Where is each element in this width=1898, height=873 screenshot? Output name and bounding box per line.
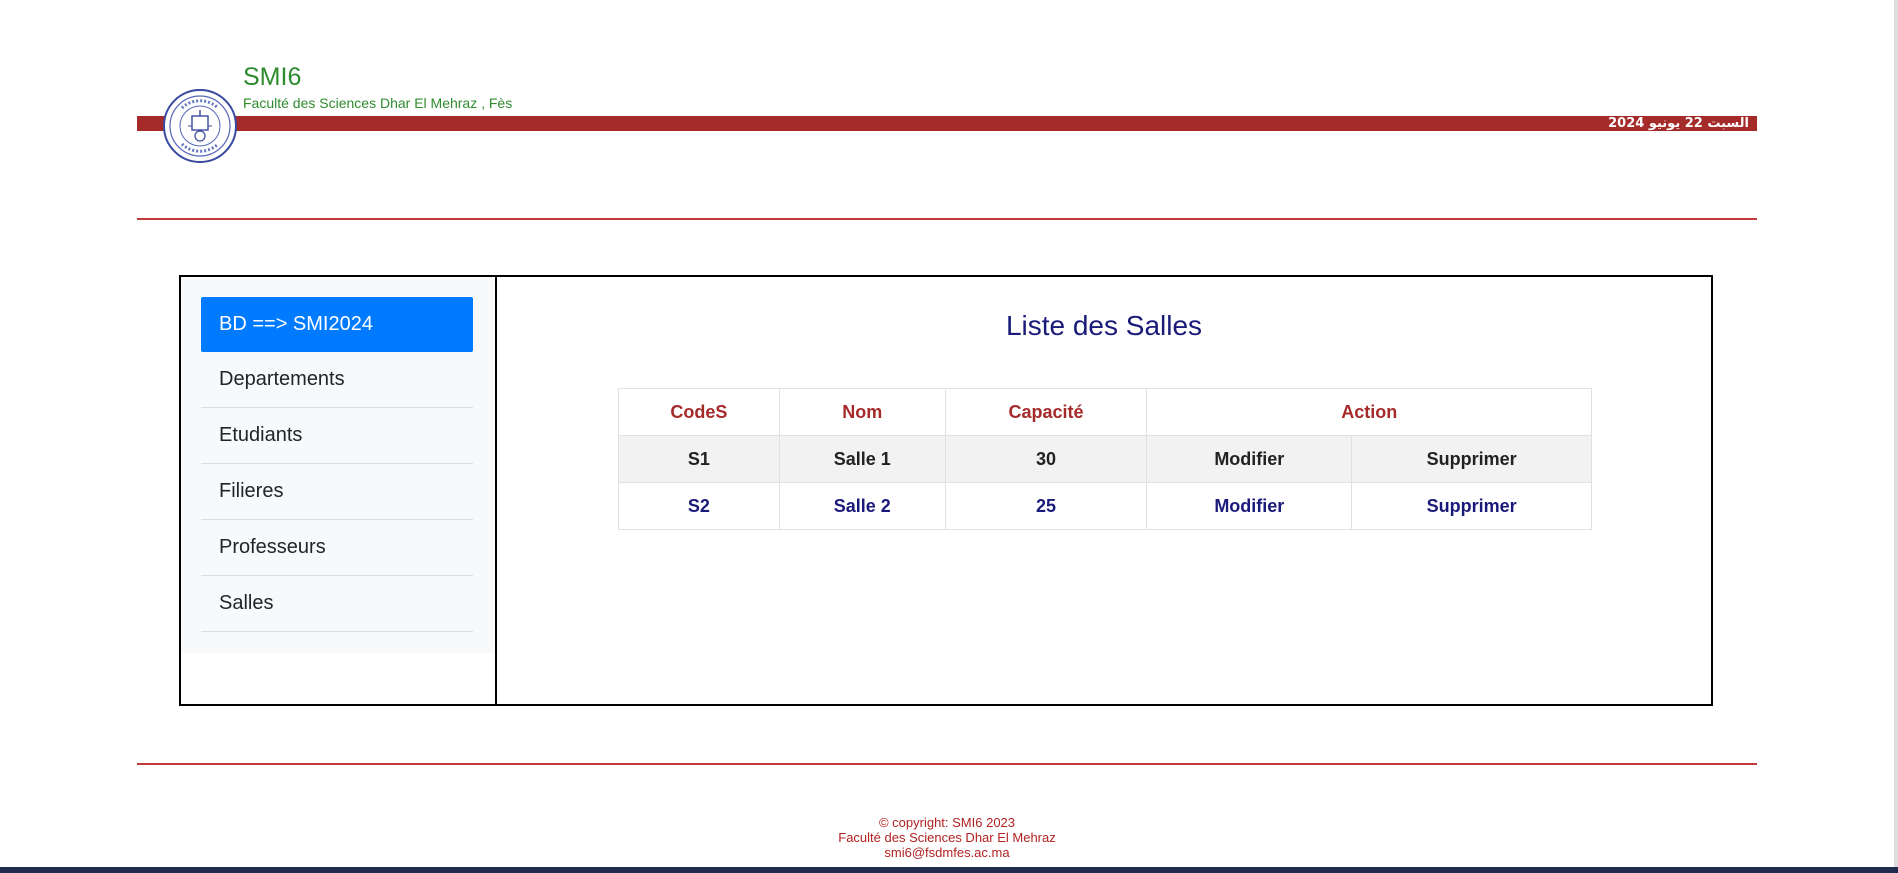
- bottom-strip: [0, 867, 1898, 873]
- bottom-divider: [137, 763, 1757, 765]
- column-header-codes: CodeS: [618, 388, 780, 436]
- sidebar-item-etudiants[interactable]: Etudiants: [201, 408, 473, 464]
- cell-code: S2: [618, 482, 780, 530]
- sidebar-item-salles[interactable]: Salles: [201, 576, 473, 632]
- footer-email[interactable]: smi6@fsdmfes.ac.ma: [0, 845, 1894, 860]
- cell-code: S1: [618, 435, 780, 483]
- header-bar: السبت 22 يونيو 2024: [137, 116, 1757, 131]
- header-date: السبت 22 يونيو 2024: [1608, 116, 1749, 131]
- column-header-action: Action: [1146, 388, 1592, 436]
- sidebar-item-filieres[interactable]: Filieres: [201, 464, 473, 520]
- sidebar-item-professeurs[interactable]: Professeurs: [201, 520, 473, 576]
- footer-copyright: © copyright: SMI6 2023: [878, 815, 1016, 830]
- sidebar-item-bd[interactable]: BD ==> SMI2024: [201, 297, 473, 352]
- modifier-link[interactable]: Modifier: [1146, 435, 1353, 483]
- column-header-capacite: Capacité: [944, 388, 1148, 436]
- main-frame: BD ==> SMI2024 Departements Etudiants Fi…: [179, 275, 1713, 706]
- table-row: S1 Salle 1 30 Modifier Supprimer: [618, 435, 1592, 483]
- app-subtitle: Faculté des Sciences Dhar El Mehraz , Fè…: [243, 95, 513, 111]
- salles-table: CodeS Nom Capacité Action S1 Salle 1 30 …: [618, 388, 1592, 530]
- page-title: Liste des Salles: [1005, 310, 1203, 341]
- cell-nom: Salle 2: [778, 482, 946, 530]
- top-divider: [137, 218, 1757, 220]
- page-scrollbar[interactable]: [1894, 0, 1898, 867]
- sidebar-cell: BD ==> SMI2024 Departements Etudiants Fi…: [181, 277, 497, 704]
- footer: © copyright: SMI6 2023 Faculté des Scien…: [0, 815, 1894, 860]
- sidebar: BD ==> SMI2024 Departements Etudiants Fi…: [181, 277, 494, 653]
- sidebar-item-departements[interactable]: Departements: [201, 352, 473, 408]
- cell-capacite: 30: [944, 435, 1148, 483]
- supprimer-link[interactable]: Supprimer: [1351, 435, 1592, 483]
- supprimer-link[interactable]: Supprimer: [1351, 482, 1592, 530]
- app-title: SMI6: [243, 63, 302, 91]
- table-header-row: CodeS Nom Capacité Action: [618, 388, 1592, 436]
- sidebar-menu: BD ==> SMI2024 Departements Etudiants Fi…: [201, 297, 473, 632]
- modifier-link[interactable]: Modifier: [1146, 482, 1353, 530]
- column-header-nom: Nom: [778, 388, 946, 436]
- cell-nom: Salle 1: [778, 435, 946, 483]
- table-row: S2 Salle 2 25 Modifier Supprimer: [618, 482, 1592, 530]
- university-logo-icon: [163, 89, 237, 163]
- footer-faculty: Faculté des Sciences Dhar El Mehraz: [838, 830, 1056, 845]
- cell-capacite: 25: [944, 482, 1148, 530]
